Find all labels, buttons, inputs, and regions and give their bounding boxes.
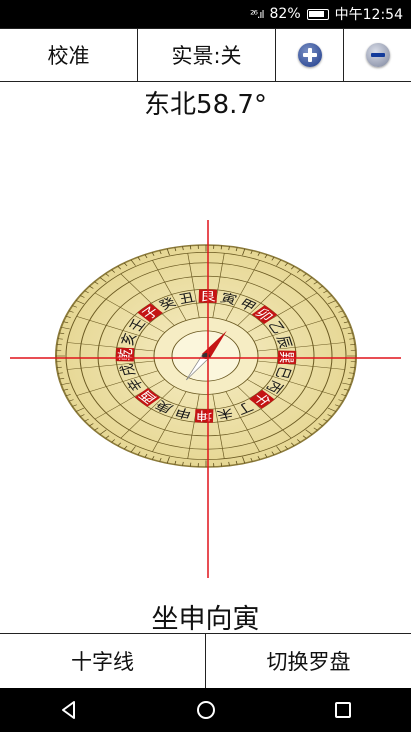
- minus-circle-icon: [365, 43, 390, 67]
- navigation-bar: [0, 688, 411, 732]
- status-bar: ²⁶.ıl 82% 中午12:54: [0, 0, 411, 28]
- battery-icon: [306, 8, 329, 20]
- plus-circle-icon: [297, 43, 322, 67]
- back-triangle-icon[interactable]: [58, 699, 80, 721]
- luopan-compass[interactable]: 壬子癸丑艮寅甲卯乙辰巽巳丙午丁未坤申庚酉辛戌乾亥: [0, 110, 411, 600]
- recents-square-icon[interactable]: [332, 699, 354, 721]
- compass-mountain-label: 乾: [117, 349, 136, 361]
- switch-dial-button[interactable]: 切换罗盘: [206, 634, 411, 688]
- crosshair-button[interactable]: 十字线: [0, 634, 206, 688]
- signal-indicator: ²⁶.ıl: [250, 7, 264, 21]
- sitting-facing-label: 坐申向寅: [151, 604, 260, 635]
- live-view-toggle[interactable]: 实景:关: [138, 29, 276, 81]
- calibrate-button[interactable]: 校准: [0, 29, 138, 81]
- clock: 中午12:54: [334, 7, 403, 23]
- bottom-bar: 十字线 切换罗盘: [0, 633, 411, 688]
- compass-mountain-label: 坤: [196, 408, 212, 422]
- zoom-in-button[interactable]: [276, 29, 344, 81]
- toolbar: 校准 实景:关: [0, 28, 411, 82]
- compass-area[interactable]: 壬子癸丑艮寅甲卯乙辰巽巳丙午丁未坤申庚酉辛戌乾亥: [0, 110, 411, 600]
- battery-percent: 82%: [269, 6, 301, 22]
- zoom-out-button[interactable]: [344, 29, 411, 81]
- home-circle-icon[interactable]: [195, 699, 217, 721]
